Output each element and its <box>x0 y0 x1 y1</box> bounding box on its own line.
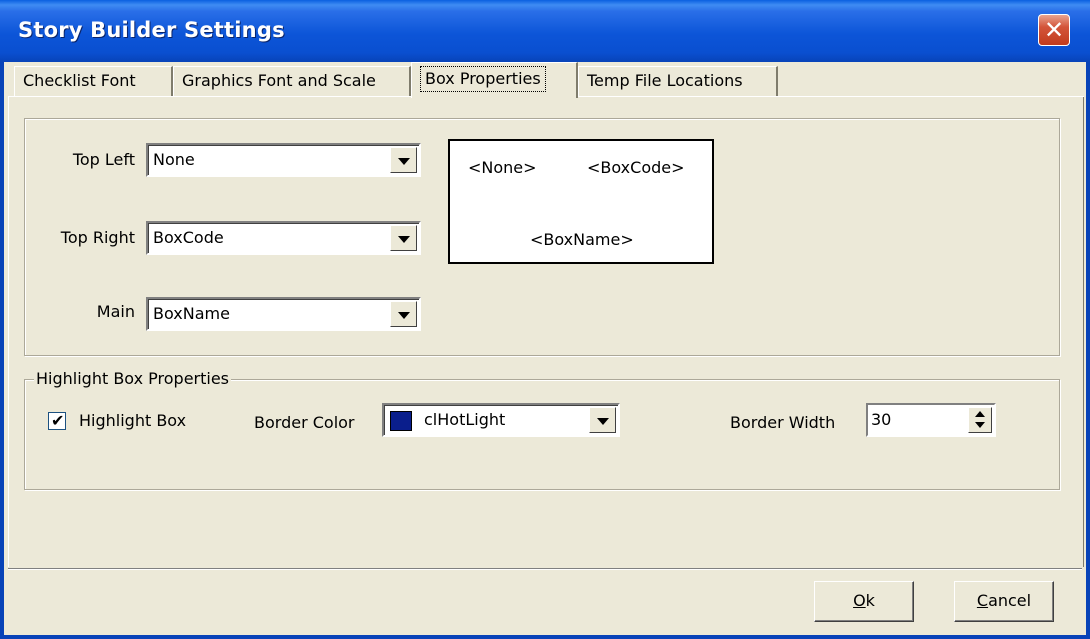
preview-main: <BoxName> <box>530 230 634 249</box>
tab-label: Graphics Font and Scale <box>182 71 376 90</box>
tab-label: Temp File Locations <box>587 71 743 90</box>
top-left-dropdown-button[interactable] <box>390 147 417 173</box>
cancel-label-rest: ancel <box>988 591 1032 610</box>
highlight-group-legend: Highlight Box Properties <box>34 369 232 388</box>
window-frame-left <box>0 62 4 639</box>
main-label: Main <box>96 302 135 321</box>
ok-label-rest: k <box>865 591 875 610</box>
cancel-mnemonic: C <box>976 591 989 610</box>
tab-label: Box Properties <box>420 66 546 92</box>
border-color-value: clHotLight <box>424 410 506 429</box>
check-icon: ✔ <box>51 411 65 430</box>
border-color-label: Border Color <box>254 413 355 432</box>
window-frame-bottom <box>0 635 1090 639</box>
button-bar-separator <box>8 568 1082 570</box>
close-icon: ✕ <box>1043 16 1065 44</box>
highlight-box-label[interactable]: Highlight Box <box>79 411 186 430</box>
border-width-value[interactable]: 30 <box>871 410 891 429</box>
main-dropdown-button[interactable] <box>390 301 417 327</box>
chevron-down-icon <box>398 312 410 319</box>
preview-top-right: <BoxCode> <box>587 158 685 177</box>
close-button[interactable]: ✕ <box>1038 14 1070 46</box>
box-preview: <None> <BoxCode> <BoxName> <box>448 139 714 264</box>
tab-box-properties[interactable]: Box Properties <box>411 62 578 98</box>
ok-button[interactable]: Ok <box>814 581 914 622</box>
chevron-up-icon[interactable] <box>975 411 985 417</box>
top-left-select[interactable]: None <box>146 143 421 177</box>
tab-temp-file-locations[interactable]: Temp File Locations <box>578 66 778 96</box>
chevron-down-icon <box>398 236 410 243</box>
border-width-spinner[interactable]: 30 <box>866 403 996 437</box>
tab-checklist-font[interactable]: Checklist Font <box>14 66 173 96</box>
tab-graphics-font-and-scale[interactable]: Graphics Font and Scale <box>173 66 411 96</box>
top-left-value: None <box>153 150 195 169</box>
tab-label: Checklist Font <box>23 71 136 90</box>
cancel-button[interactable]: Cancel <box>954 581 1054 622</box>
border-color-select[interactable]: clHotLight <box>382 403 620 437</box>
border-color-dropdown-button[interactable] <box>589 407 616 433</box>
window-frame-right <box>1086 62 1090 639</box>
main-select[interactable]: BoxName <box>146 297 421 331</box>
chevron-down-icon[interactable] <box>975 422 985 428</box>
top-right-label: Top Right <box>60 228 135 247</box>
chevron-down-icon <box>398 158 410 165</box>
top-right-dropdown-button[interactable] <box>390 225 417 251</box>
main-value: BoxName <box>153 304 230 323</box>
chevron-down-icon <box>597 418 609 425</box>
window-title: Story Builder Settings <box>18 18 285 42</box>
top-left-label: Top Left <box>72 150 135 169</box>
spin-buttons[interactable] <box>968 407 992 433</box>
preview-top-left: <None> <box>468 158 537 177</box>
color-swatch <box>390 411 412 431</box>
top-right-value: BoxCode <box>153 228 224 247</box>
border-width-label: Border Width <box>730 413 836 432</box>
ok-mnemonic: O <box>853 591 866 610</box>
title-bar: Story Builder Settings ✕ <box>0 0 1090 62</box>
top-right-select[interactable]: BoxCode <box>146 221 421 255</box>
highlight-box-checkbox[interactable]: ✔ <box>48 411 66 430</box>
